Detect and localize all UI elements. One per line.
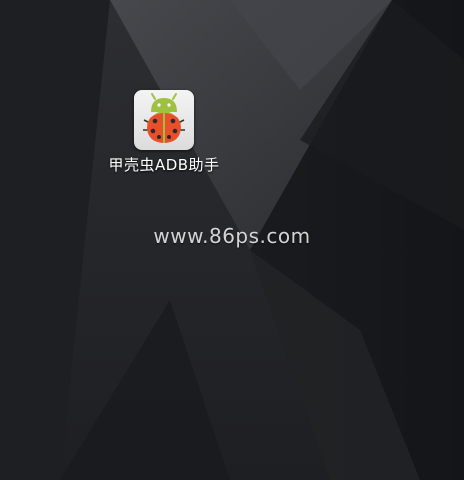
app-label[interactable]: 甲壳虫ADB助手 — [92, 154, 236, 175]
app-shortcut-beetle-adb[interactable]: 甲壳虫ADB助手 — [92, 88, 236, 184]
home-screen: 甲壳虫ADB助手 www.86ps.com — [0, 0, 464, 480]
watermark-text: www.86ps.com — [153, 224, 311, 248]
ladybug-android-icon[interactable] — [134, 90, 194, 150]
